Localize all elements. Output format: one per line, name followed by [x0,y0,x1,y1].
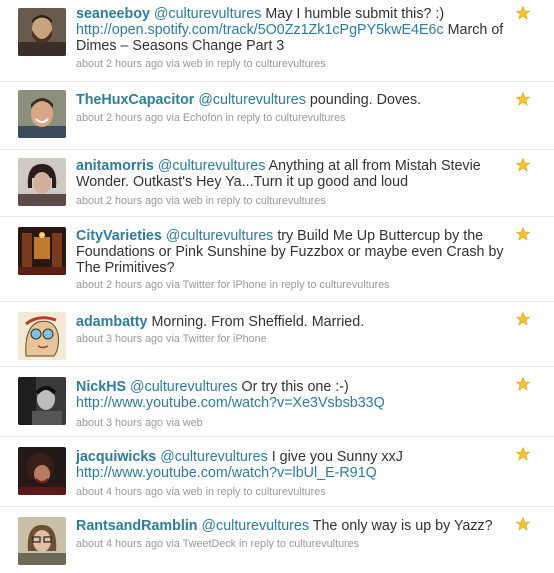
tweet-mention[interactable]: @culturevultures [158,158,266,174]
tweet-body: NickHS @culturevultures Or try this one … [76,379,508,411]
tweet-meta: about 3 hours ago via web [76,417,203,429]
tweet-text: I give you Sunny xxJ [271,449,403,465]
avatar-dark-curly-hair-icon[interactable] [18,447,66,495]
tweet-username[interactable]: RantsandRamblin [76,518,198,534]
tweet-mention[interactable]: @culturevultures [154,6,262,22]
tweet-body: jacquiwicks @culturevultures I give you … [76,449,508,481]
tweet-mention[interactable]: @culturevultures [130,379,238,395]
avatar-cartoon-face-icon[interactable] [18,312,66,360]
avatar-theatre-interior-icon[interactable] [18,227,66,275]
avatar-woman-bob-hair-icon[interactable] [18,158,66,206]
avatar-woman-glasses-icon[interactable] [18,517,66,565]
tweet-item: RantsandRamblin @culturevultures The onl… [0,507,554,573]
avatar-bw-portrait-icon[interactable] [18,377,66,425]
tweet-item: NickHS @culturevultures Or try this one … [0,367,554,437]
tweet-meta: about 2 hours ago via Echofon in reply t… [76,112,346,124]
tweet-username[interactable]: jacquiwicks [76,449,156,465]
tweet-body: CityVarieties @culturevultures try Build… [76,228,508,277]
tweet-item: TheHuxCapacitor @culturevultures poundin… [0,82,554,150]
tweet-text: May I humble submit this? :) [265,6,445,22]
tweet-link[interactable]: http://www.youtube.com/watch?v=Xe3Vsbsb3… [76,395,385,411]
tweet-text: Or try this one :-) [241,379,349,395]
tweet-mention[interactable]: @culturevultures [198,92,306,108]
tweet-item: adambatty Morning. From Sheffield. Marri… [0,302,554,367]
tweet-username[interactable]: seaneeboy [76,6,150,22]
tweet-body: TheHuxCapacitor @culturevultures poundin… [76,92,508,108]
avatar-smiling-man-icon[interactable] [18,90,66,138]
star-icon[interactable] [516,158,530,172]
avatar-bearded-man-icon[interactable] [18,8,66,56]
tweet-body: adambatty Morning. From Sheffield. Marri… [76,314,508,330]
tweet-meta: about 3 hours ago via Twitter for iPhone [76,333,267,345]
tweet-text: The only way is up by Yazz? [312,518,493,534]
tweet-mention[interactable]: @culturevultures [166,228,274,244]
tweet-item: CityVarieties @culturevultures try Build… [0,217,554,302]
tweet-text: pounding. Doves. [309,92,422,108]
tweet-link[interactable]: http://www.youtube.com/watch?v=lbUl_E-R9… [76,465,377,481]
tweet-username[interactable]: NickHS [76,379,126,395]
tweet-mention[interactable]: @culturevultures [202,518,310,534]
tweet-meta: about 4 hours ago via web in reply to cu… [76,486,326,498]
star-icon[interactable] [516,517,530,531]
tweet-body: seaneeboy @culturevultures May I humble … [76,6,508,55]
tweet-username[interactable]: CityVarieties [76,228,162,244]
star-icon[interactable] [516,92,530,106]
tweet-item: seaneeboy @culturevultures May I humble … [0,0,554,82]
star-icon[interactable] [516,6,530,20]
tweet-item: anitamorris @culturevultures Anything at… [0,150,554,217]
tweet-username[interactable]: adambatty [76,314,148,330]
star-icon[interactable] [516,312,530,326]
tweet-mention[interactable]: @culturevultures [160,449,268,465]
tweet-username[interactable]: TheHuxCapacitor [76,92,194,108]
tweet-meta: about 4 hours ago via TweetDeck in reply… [76,538,360,550]
tweet-meta: about 2 hours ago via web in reply to cu… [76,195,326,207]
star-icon[interactable] [516,227,530,241]
star-icon[interactable] [516,447,530,461]
tweet-text: Morning. From Sheffield. Married. [151,314,365,330]
tweet-item: jacquiwicks @culturevultures I give you … [0,437,554,507]
tweet-body: anitamorris @culturevultures Anything at… [76,158,508,190]
tweet-meta: about 2 hours ago via web in reply to cu… [76,58,326,70]
tweet-username[interactable]: anitamorris [76,158,154,174]
star-icon[interactable] [516,377,530,391]
tweet-meta: about 2 hours ago via Twitter for iPhone… [76,279,390,291]
tweet-feed: seaneeboy @culturevultures May I humble … [0,0,554,573]
tweet-link[interactable]: http://open.spotify.com/track/5O0Zz1Zk1c… [76,22,444,38]
tweet-body: RantsandRamblin @culturevultures The onl… [76,518,508,534]
